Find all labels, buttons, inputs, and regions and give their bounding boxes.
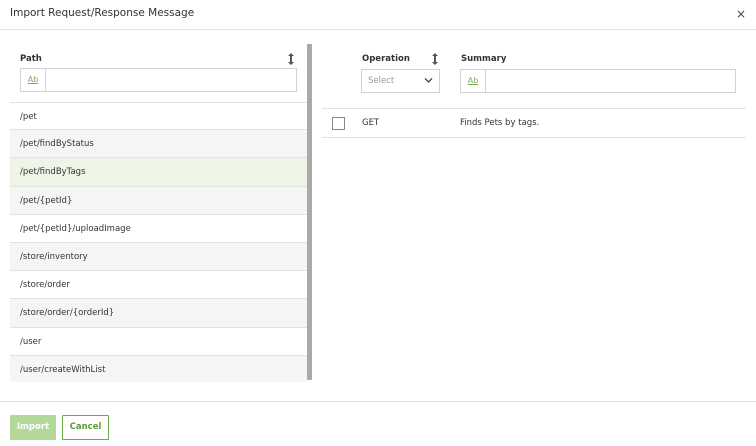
operation-method: GET xyxy=(362,118,380,128)
path-pane: Path Ab /pet/pet/findByStatus/pet/findBy… xyxy=(10,44,312,382)
operation-column-header: Operation xyxy=(362,54,410,64)
path-filter-input[interactable] xyxy=(47,69,296,91)
operation-summary: Finds Pets by tags. xyxy=(460,118,540,128)
path-row[interactable]: /store/order xyxy=(10,271,307,300)
sort-icon[interactable] xyxy=(287,53,295,65)
cancel-button[interactable]: Cancel xyxy=(62,415,109,440)
summary-filter-case-toggle[interactable]: Ab xyxy=(461,70,486,92)
dialog-header: Import Request/Response Message × xyxy=(0,0,756,30)
operation-row: GET Finds Pets by tags. xyxy=(322,108,746,138)
close-icon[interactable]: × xyxy=(736,7,746,21)
dialog-footer: Import Cancel xyxy=(0,401,756,446)
dialog-title: Import Request/Response Message xyxy=(10,7,195,19)
path-row[interactable]: /pet/findByStatus xyxy=(10,130,307,159)
path-row[interactable]: /pet/{petId}/uploadImage xyxy=(10,215,307,243)
path-row[interactable]: /user/createWithList xyxy=(10,355,307,382)
summary-filter: Ab xyxy=(460,69,736,93)
import-dialog: Import Request/Response Message × Path A… xyxy=(0,0,756,446)
scrollbar-thumb[interactable] xyxy=(307,44,312,380)
operation-select[interactable]: Select xyxy=(361,69,440,93)
summary-column-header: Summary xyxy=(461,54,507,64)
sort-icon[interactable] xyxy=(431,53,439,65)
path-list-scrollbar[interactable] xyxy=(307,44,312,380)
path-column-header: Path xyxy=(20,54,42,64)
path-filter: Ab xyxy=(20,68,297,92)
operation-checkbox[interactable] xyxy=(332,117,345,130)
path-filter-case-toggle[interactable]: Ab xyxy=(21,69,46,91)
path-row[interactable]: /pet xyxy=(10,102,307,131)
path-row[interactable]: /pet/findByTags xyxy=(10,158,307,187)
operation-select-value: Select xyxy=(368,76,395,86)
summary-filter-input[interactable] xyxy=(487,70,735,92)
path-row[interactable]: /store/order/{orderId} xyxy=(10,299,307,328)
path-row[interactable]: /user xyxy=(10,328,307,356)
path-row[interactable]: /pet/{petId} xyxy=(10,186,307,215)
path-row[interactable]: /store/inventory xyxy=(10,242,307,272)
chevron-down-icon xyxy=(424,78,433,83)
operation-pane: Operation Summary Select Ab GET Finds Pe… xyxy=(322,44,746,144)
path-list: /pet/pet/findByStatus/pet/findByTags/pet… xyxy=(10,102,307,382)
import-button[interactable]: Import xyxy=(10,415,56,440)
